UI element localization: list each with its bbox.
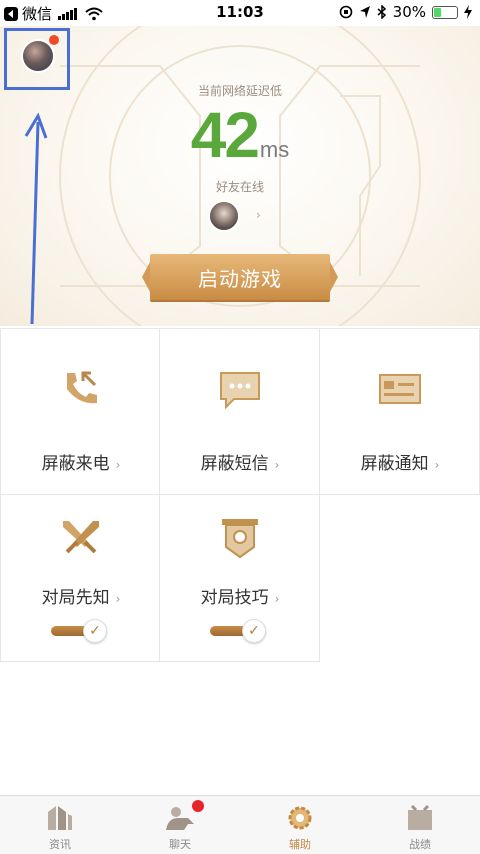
chevron-right-icon: › bbox=[274, 592, 280, 606]
latency-unit: ms bbox=[259, 137, 290, 162]
battery-icon bbox=[432, 5, 458, 19]
latency-display: 42ms bbox=[0, 98, 480, 172]
chat-badge bbox=[192, 800, 204, 812]
latency-value: 42 bbox=[190, 99, 260, 171]
start-game-button[interactable]: 启动游戏 bbox=[142, 254, 338, 300]
battery-percent: 30% bbox=[392, 3, 426, 21]
block-call-label: 屏蔽来电 › bbox=[41, 454, 121, 474]
tab-news-label: 资讯 bbox=[49, 838, 71, 851]
tab-chat[interactable]: 聊天 bbox=[120, 796, 240, 854]
checkmark-icon: ✓ bbox=[83, 619, 107, 643]
block-notification-cell[interactable]: 屏蔽通知 › bbox=[320, 328, 480, 495]
friend-avatar[interactable] bbox=[208, 200, 240, 232]
network-status-label: 当前网络延迟低 bbox=[197, 84, 282, 98]
match-tips-cell[interactable]: 对局技巧 › ✓ bbox=[160, 495, 320, 662]
hero-panel: 当前网络延迟低 42ms 好友在线 › 启动游戏 bbox=[0, 26, 480, 326]
tab-chat-label: 聊天 bbox=[169, 838, 191, 851]
avatar-notification-dot bbox=[49, 35, 59, 45]
match-foresight-toggle[interactable]: ✓ bbox=[51, 619, 111, 645]
block-notification-icon bbox=[379, 374, 421, 404]
friends-more-chevron-icon[interactable]: › bbox=[256, 208, 261, 222]
tab-assist[interactable]: 辅助 bbox=[240, 796, 360, 854]
friends-online-label: 好友在线 bbox=[215, 180, 264, 194]
block-sms-cell[interactable]: 屏蔽短信 › bbox=[160, 328, 320, 495]
avatar-highlight-box bbox=[4, 28, 70, 90]
tab-assist-label: 辅助 bbox=[289, 838, 311, 851]
status-bar: 微信 11:03 30% bbox=[0, 0, 480, 26]
rotation-lock-icon bbox=[339, 5, 352, 19]
block-call-icon bbox=[67, 371, 97, 404]
block-sms-icon bbox=[220, 372, 260, 410]
record-icon bbox=[408, 804, 432, 830]
chevron-right-icon: › bbox=[274, 458, 280, 472]
match-tips-label: 对局技巧 › bbox=[200, 588, 280, 608]
block-sms-label: 屏蔽短信 › bbox=[200, 454, 280, 474]
checkmark-icon: ✓ bbox=[242, 619, 266, 643]
assist-icon bbox=[288, 806, 312, 830]
match-foresight-cell[interactable]: 对局先知 › ✓ bbox=[0, 495, 160, 662]
news-icon bbox=[48, 806, 72, 830]
bluetooth-icon bbox=[377, 5, 386, 19]
bottom-tab-bar: 资讯 聊天 辅助 战绩 bbox=[0, 795, 480, 854]
tab-record[interactable]: 战绩 bbox=[360, 796, 480, 854]
user-avatar[interactable] bbox=[21, 39, 55, 73]
match-foresight-label: 对局先知 › bbox=[41, 588, 121, 608]
tab-news[interactable]: 资讯 bbox=[0, 796, 120, 854]
banner-icon bbox=[222, 519, 258, 559]
crossed-swords-icon bbox=[63, 521, 99, 554]
block-notification-label: 屏蔽通知 › bbox=[360, 454, 440, 474]
tab-record-label: 战绩 bbox=[409, 838, 431, 851]
chevron-right-icon: › bbox=[434, 458, 440, 472]
location-icon bbox=[359, 6, 370, 18]
match-tips-toggle[interactable]: ✓ bbox=[210, 619, 270, 645]
charging-icon bbox=[464, 5, 472, 19]
chevron-right-icon: › bbox=[115, 592, 121, 606]
status-right: 30% bbox=[339, 3, 472, 21]
chevron-right-icon: › bbox=[115, 458, 121, 472]
block-call-cell[interactable]: 屏蔽来电 › bbox=[0, 328, 160, 495]
